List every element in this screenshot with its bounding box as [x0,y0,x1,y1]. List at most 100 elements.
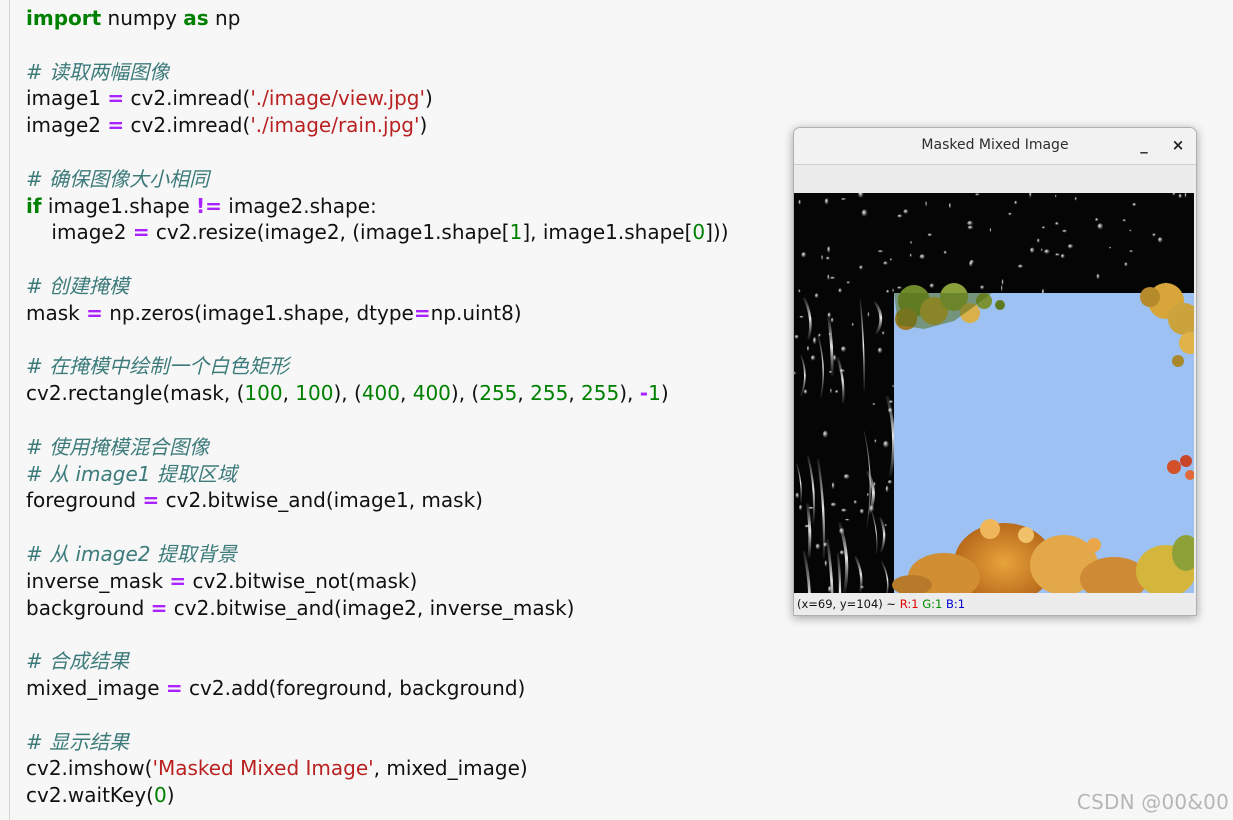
rain-drop [798,289,801,293]
rain-drop [815,543,821,550]
rain-drop [967,220,973,226]
rain-drop [1001,279,1004,286]
code-token: != [196,193,222,218]
window-toolbar [794,165,1196,193]
rain-drop [1055,222,1059,226]
code-token: # 在掩模中绘制一个白色矩形 [26,354,290,379]
rain-drop [980,285,985,290]
rain-drop [838,288,842,293]
rain-drop [877,250,884,253]
code-token: cv2.bitwise_not(mask) [186,568,418,593]
rain-drop [883,261,888,265]
code-token: cv2.imshow( [26,756,153,781]
code-block[interactable]: import numpy as np # 读取两幅图像 image1 = cv2.… [26,5,729,809]
rain-drop [882,331,885,335]
code-token: = [169,568,187,593]
code-token: numpy [101,6,184,30]
rain-drop [1001,285,1003,292]
rain-drop [929,283,935,288]
status-green: G:1 [922,597,943,611]
rain-drop [830,388,832,394]
code-token: , [400,381,413,406]
mixed-image [794,193,1194,593]
close-button[interactable]: × [1167,134,1189,156]
code-token: as [183,6,209,30]
rain-drop [1132,202,1137,207]
code-token: ) [424,86,433,111]
rain-drop [887,480,893,484]
code-token: # 确保图像大小相同 [26,166,210,191]
rain-drop [874,439,877,443]
window-titlebar[interactable]: Masked Mixed Image _ × [794,128,1196,165]
rain-drop [806,345,810,352]
rain-drop [897,214,903,218]
rain-drop [798,199,801,205]
code-line: mixed_image = cv2.add(foreground, backgr… [26,675,729,702]
rain-drop [827,246,831,253]
rain-drop [821,255,824,261]
rain-drop [1129,250,1134,253]
rain-drop [1095,218,1099,222]
code-token: cv2.add(foreground, background) [182,675,526,700]
rain-drop [835,390,839,394]
rain-drop [859,265,863,270]
rain-drop [1018,264,1024,269]
code-token: , [282,381,296,406]
rain-drop [826,256,830,260]
code-token: = [107,86,125,111]
code-token: 255 [530,381,569,406]
rain-drop [910,241,913,244]
code-token: = [165,675,183,700]
code-line: # 读取两幅图像 [26,59,729,86]
code-token: 0 [692,220,706,245]
code-token: = [150,595,168,620]
rain-drop [967,225,974,230]
rain-drop [833,354,837,362]
rain-drop [1129,229,1132,232]
code-token: 1 [648,381,661,406]
rain-drop [824,198,829,205]
image-canvas[interactable] [794,193,1194,593]
rain-drop [1060,253,1065,259]
rain-drop [889,258,893,261]
code-token: cv2.rectangle(mask, ( [26,381,245,406]
rain-drop [885,485,889,493]
code-token: np.uint8) [430,300,522,325]
code-token: 100 [244,381,283,406]
rain-drop [851,322,854,327]
rain-drop [1008,212,1012,216]
rain-drop [795,492,800,499]
rain-drop [1096,273,1100,280]
rain-drop [1055,194,1057,198]
minimize-button[interactable]: _ [1133,134,1155,156]
rain-drop [1067,244,1074,249]
rain-drop [872,403,876,406]
code-token: = [142,488,160,513]
rain-drop [853,500,857,504]
code-token: ), ( [333,381,362,406]
rain-drop [801,252,807,258]
code-token: mask [26,300,87,325]
rain-drop [1074,197,1077,201]
rain-drop [1178,193,1182,199]
code-line: # 使用掩模混合图像 [26,434,729,461]
rain-drop [884,524,888,527]
code-token: 255 [581,381,620,406]
rain-drop [1152,233,1156,237]
code-line: mask = np.zeros(image1.shape, dtype=np.u… [26,300,729,327]
code-token: np [208,6,241,30]
rain-drop [883,440,889,448]
code-token: 0 [154,783,167,808]
code-token: image2.shape: [221,193,377,218]
rain-drop [1044,249,1050,254]
rain-drop [814,293,819,299]
image-window[interactable]: Masked Mixed Image _ × (x=69, y=104) ~ R… [793,127,1197,616]
rain-drop [799,315,804,319]
rain-drop [803,389,808,395]
code-token: - [639,381,649,406]
